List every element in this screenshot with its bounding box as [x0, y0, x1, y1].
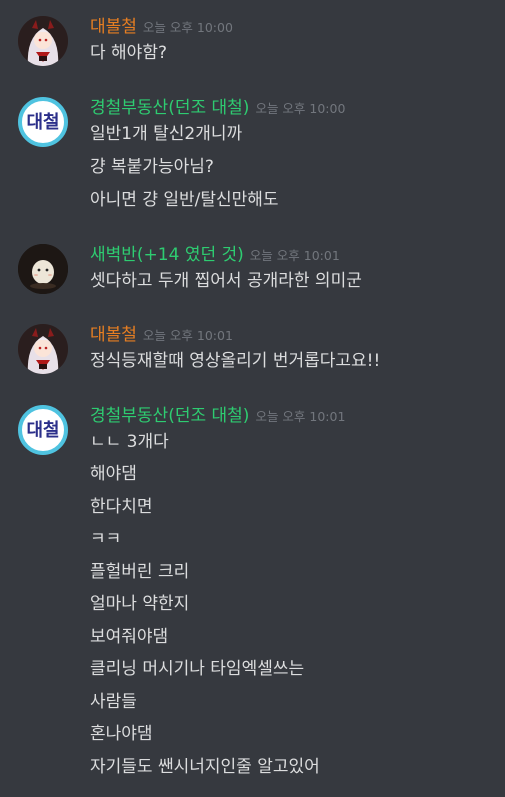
message-header: 경철부동산(던조 대철) 오늘 오후 10:00	[90, 97, 345, 119]
message-text: ㄴㄴ 3개다	[90, 432, 169, 452]
message-header: 경철부동산(던조 대철) 오늘 오후 10:01	[90, 405, 345, 427]
message-text: 해야댐	[90, 464, 137, 484]
message-text: 얼마나 약한지	[90, 594, 190, 614]
message-text: 아니면 걍 일반/탈신만해도	[90, 190, 279, 210]
anime-character-icon	[18, 16, 68, 66]
timestamp: 오늘 오후 10:00	[255, 101, 346, 116]
avatar[interactable]	[18, 16, 68, 66]
username[interactable]: 경철부동산(던조 대철)	[90, 98, 249, 118]
message-text: 다 해야함?	[90, 43, 167, 63]
timestamp: 오늘 오후 10:00	[142, 20, 233, 35]
avatar[interactable]: 대철	[18, 405, 68, 455]
message-text: 일반1개 탈신2개니까	[90, 124, 243, 144]
message-text: 한다치면	[90, 497, 153, 517]
username[interactable]: 새벽반(+14 였던 것)	[90, 245, 244, 265]
username[interactable]: 대볼철	[90, 17, 137, 37]
timestamp: 오늘 오후 10:01	[255, 409, 346, 424]
message-text: 혼나야댐	[90, 724, 153, 744]
message-text: 자기들도 쌘시너지인줄 알고있어	[90, 757, 320, 777]
message-header: 대볼철 오늘 오후 10:00	[90, 16, 233, 38]
avatar[interactable]	[18, 244, 68, 294]
message-text: 셋다하고 두개 찝어서 공개라한 의미군	[90, 271, 362, 291]
avatar-text: 대철	[26, 420, 60, 441]
avatar[interactable]	[18, 324, 68, 374]
message-text: ㅋㅋ	[90, 529, 122, 549]
anime-character-icon	[18, 324, 68, 374]
message-header: 새벽반(+14 였던 것) 오늘 오후 10:01	[90, 244, 340, 266]
timestamp: 오늘 오후 10:01	[249, 248, 340, 263]
message-text: 보여줘야댐	[90, 627, 169, 647]
avatar[interactable]: 대철	[18, 97, 68, 147]
username[interactable]: 경철부동산(던조 대철)	[90, 406, 249, 426]
message-text: 정식등재할때 영상올리기 번거롭다고요!!	[90, 351, 381, 371]
mochi-character-icon	[18, 244, 68, 294]
message-text: 걍 복붙가능아님?	[90, 157, 214, 177]
avatar-text: 대철	[26, 112, 60, 133]
message-header: 대볼철 오늘 오후 10:01	[90, 324, 233, 346]
message-text: 사람들	[90, 692, 137, 712]
message-text: 클리닝 머시기나 타임엑셀쓰는	[90, 659, 305, 679]
timestamp: 오늘 오후 10:01	[142, 328, 233, 343]
username[interactable]: 대볼철	[90, 325, 137, 345]
message-text: 플헐버린 크리	[90, 562, 190, 582]
